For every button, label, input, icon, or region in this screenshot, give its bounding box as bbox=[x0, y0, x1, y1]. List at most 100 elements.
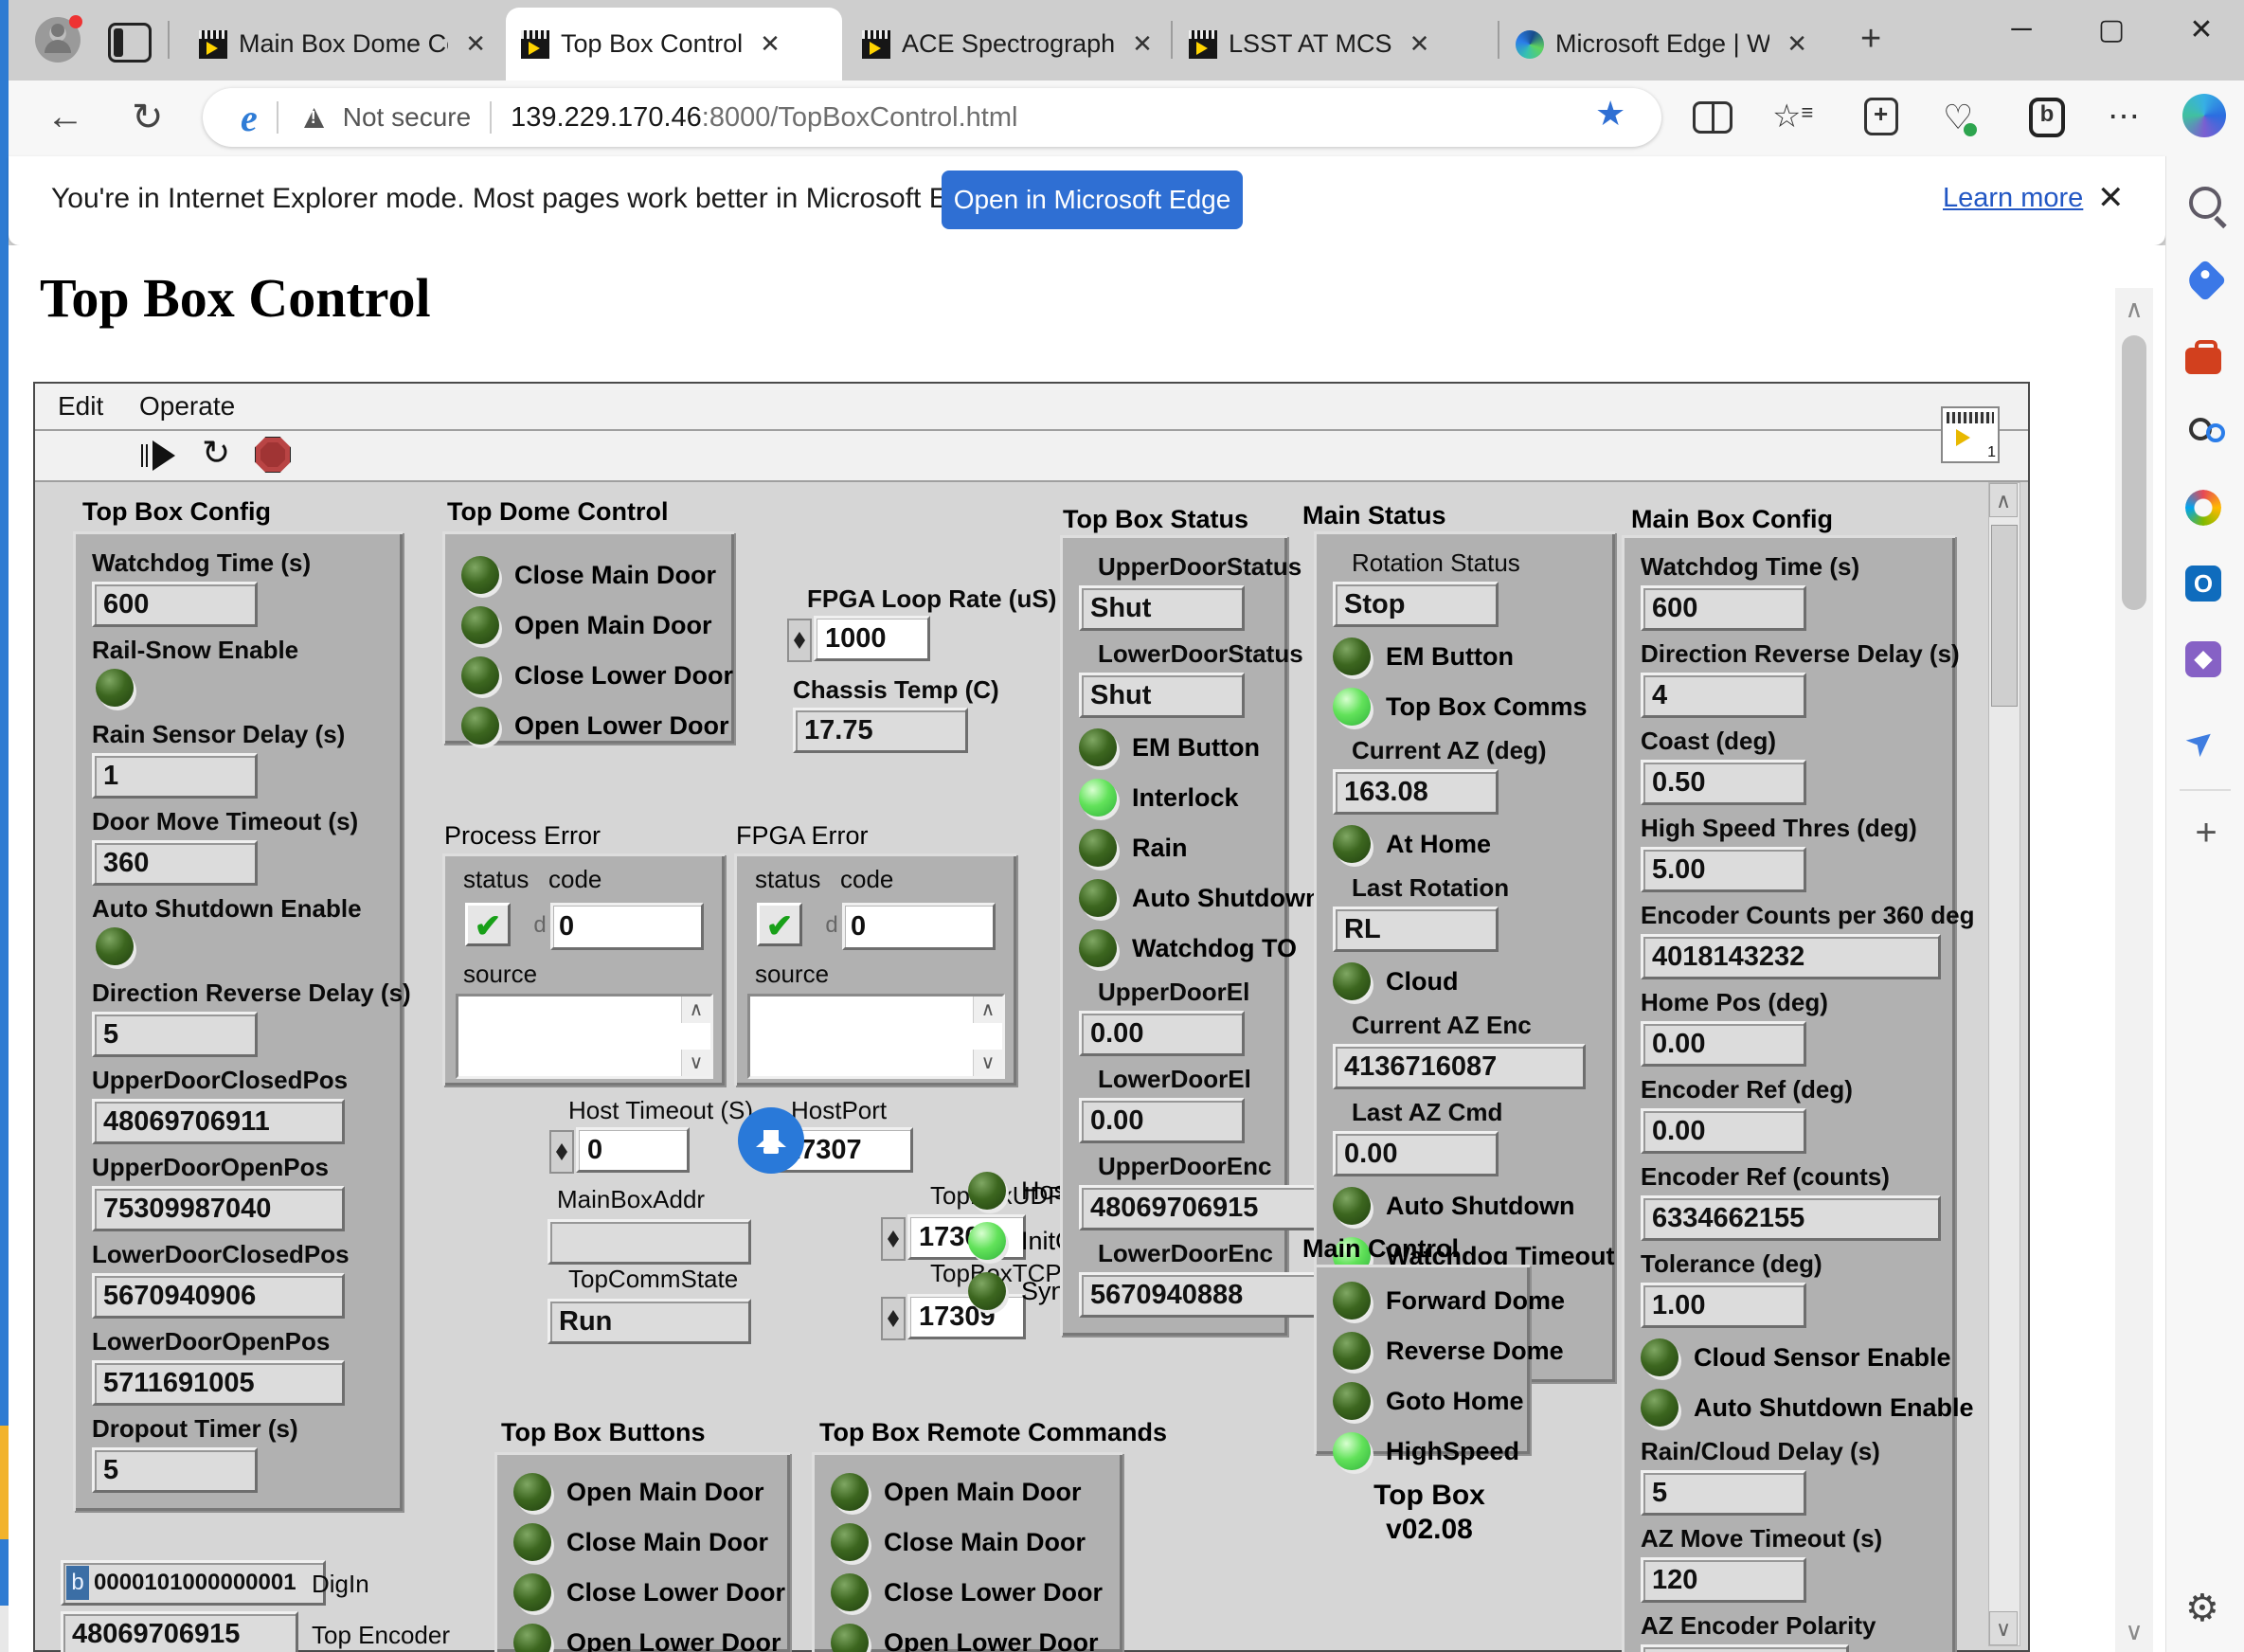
scroll-up-icon[interactable]: ∧ bbox=[1989, 483, 2018, 517]
udp-port-spinner[interactable] bbox=[881, 1217, 906, 1261]
led-off-icon[interactable] bbox=[831, 1573, 869, 1611]
lv-field[interactable]: 5 bbox=[92, 1012, 258, 1057]
lv-field[interactable]: 0.50 bbox=[1641, 760, 1806, 805]
close-window-button[interactable]: ✕ bbox=[2173, 13, 2230, 46]
tab-top-box-control[interactable]: Top Box Control ✕ bbox=[506, 8, 842, 81]
profile-avatar[interactable] bbox=[35, 15, 82, 63]
led-off-icon[interactable] bbox=[831, 1473, 869, 1511]
tab-close-icon[interactable]: ✕ bbox=[1786, 29, 1807, 59]
tab-close-icon[interactable]: ✕ bbox=[1409, 29, 1430, 59]
scrollbar-thumb[interactable] bbox=[1991, 525, 2018, 707]
lv-field[interactable]: 5 bbox=[92, 1447, 258, 1493]
settings-icon[interactable]: ⚙ bbox=[2185, 1587, 2227, 1629]
led-off-icon[interactable] bbox=[96, 927, 134, 965]
led-off-icon[interactable] bbox=[461, 606, 499, 644]
radix-prefix[interactable]: d bbox=[821, 905, 842, 946]
page-scrollbar[interactable]: ∧ ∨ bbox=[2115, 288, 2153, 1652]
people-icon[interactable] bbox=[2185, 414, 2227, 456]
led-off-icon[interactable] bbox=[513, 1473, 551, 1511]
more-options-icon[interactable]: ⋯ bbox=[2108, 98, 2147, 137]
source-textarea[interactable]: ∧ ∨ bbox=[747, 994, 1005, 1079]
scroll-up-icon[interactable]: ∧ bbox=[681, 997, 710, 1023]
scroll-to-top-overlay-icon[interactable] bbox=[738, 1107, 804, 1174]
scroll-down-icon[interactable]: ∨ bbox=[1989, 1611, 2018, 1645]
tab-search-icon[interactable] bbox=[108, 23, 152, 63]
learn-more-link[interactable]: Learn more bbox=[1943, 183, 2083, 214]
lv-field[interactable]: 5670940906 bbox=[92, 1273, 345, 1319]
back-button[interactable]: ← bbox=[46, 96, 84, 138]
tab-close-icon[interactable]: ✕ bbox=[1132, 29, 1153, 59]
lv-field[interactable]: 48069706911 bbox=[92, 1099, 345, 1144]
browser-essentials-icon[interactable]: ♡ bbox=[1943, 98, 1983, 137]
code-field[interactable]: 0 bbox=[550, 903, 704, 950]
banner-close-icon[interactable]: ✕ bbox=[2097, 179, 2125, 217]
tab-close-icon[interactable]: ✕ bbox=[760, 29, 781, 59]
favorite-star-filled-icon[interactable]: ★ bbox=[1595, 94, 1625, 134]
designer-icon[interactable]: ◆ bbox=[2185, 641, 2227, 683]
led-on-icon[interactable] bbox=[1333, 1432, 1371, 1470]
host-timeout-spinner[interactable] bbox=[549, 1130, 574, 1174]
status-check-icon[interactable]: ✔ bbox=[757, 903, 802, 946]
scroll-up-icon[interactable]: ∧ bbox=[2115, 288, 2153, 330]
led-off-icon[interactable] bbox=[1641, 1389, 1679, 1427]
lv-field[interactable]: 5 bbox=[1641, 1470, 1806, 1516]
mainboxaddr-field[interactable] bbox=[548, 1219, 751, 1265]
outlook-icon[interactable]: O bbox=[2185, 566, 2227, 607]
tab-close-icon[interactable]: ✕ bbox=[465, 29, 486, 59]
code-field[interactable]: 0 bbox=[842, 903, 996, 950]
led-off-icon[interactable] bbox=[1333, 1332, 1371, 1370]
url-path[interactable]: :8000/TopBoxControl.html bbox=[702, 102, 1018, 134]
lv-field[interactable]: 600 bbox=[92, 582, 258, 627]
lv-field[interactable]: 360 bbox=[92, 840, 258, 886]
tcp-port-spinner[interactable] bbox=[881, 1297, 906, 1340]
split-screen-icon[interactable] bbox=[1693, 98, 1732, 137]
led-off-icon[interactable] bbox=[1333, 1382, 1371, 1420]
not-secure-label[interactable]: Not secure bbox=[343, 102, 471, 133]
tab-microsoft-edge-wh[interactable]: Microsoft Edge | Wh ✕ bbox=[1500, 8, 1822, 81]
led-off-icon[interactable] bbox=[831, 1624, 869, 1652]
wallet-icon[interactable]: b bbox=[2029, 98, 2069, 137]
lv-field[interactable]: 1 bbox=[92, 753, 258, 799]
minimize-button[interactable]: ─ bbox=[1993, 13, 2050, 45]
led-off-icon[interactable] bbox=[513, 1523, 551, 1561]
open-in-edge-button[interactable]: Open in Microsoft Edge bbox=[942, 171, 1243, 229]
new-tab-button[interactable]: + bbox=[1860, 19, 1881, 60]
led-off-icon[interactable] bbox=[513, 1573, 551, 1611]
tab-ace-spectrograph[interactable]: ACE Spectrograph ✕ bbox=[847, 8, 1169, 81]
lv-field[interactable]: 5711691005 bbox=[92, 1360, 345, 1406]
lv-field[interactable]: 75309987040 bbox=[92, 1186, 345, 1231]
add-sidebar-item-icon[interactable]: + bbox=[2185, 812, 2227, 853]
host-timeout-field[interactable]: 0 bbox=[576, 1127, 690, 1173]
address-bar[interactable]: e ▲! Not secure 139.229.170.46 :8000/Top… bbox=[203, 88, 1661, 147]
lv-field[interactable]: Positive bbox=[1641, 1644, 1849, 1652]
led-off-icon[interactable] bbox=[1641, 1338, 1679, 1376]
led-off-icon[interactable] bbox=[513, 1624, 551, 1652]
menu-operate[interactable]: Operate bbox=[139, 391, 235, 422]
run-continuous-icon[interactable]: ↻ bbox=[202, 433, 230, 473]
scroll-down-icon[interactable]: ∨ bbox=[681, 1050, 710, 1076]
url-host[interactable]: 139.229.170.46 bbox=[511, 102, 702, 134]
led-off-icon[interactable] bbox=[96, 669, 134, 707]
microsoft-365-icon[interactable] bbox=[2185, 490, 2227, 531]
tab-main-box-dome-con[interactable]: Main Box Dome Con ✕ bbox=[184, 8, 501, 81]
menu-edit[interactable]: Edit bbox=[58, 391, 103, 422]
fpga-loop-rate-spinner[interactable] bbox=[787, 619, 812, 662]
led-off-icon[interactable] bbox=[831, 1523, 869, 1561]
source-textarea[interactable]: ∧ ∨ bbox=[456, 994, 713, 1079]
lv-field[interactable]: 0.00 bbox=[1641, 1021, 1806, 1067]
lv-field[interactable]: 1.00 bbox=[1641, 1283, 1806, 1328]
radix-prefix[interactable]: d bbox=[530, 905, 550, 946]
copilot-icon[interactable] bbox=[2182, 94, 2226, 137]
scrollbar-thumb[interactable] bbox=[2122, 335, 2146, 610]
lv-field[interactable]: 4 bbox=[1641, 673, 1806, 718]
collections-icon[interactable] bbox=[1860, 98, 1900, 137]
status-check-icon[interactable]: ✔ bbox=[465, 903, 511, 946]
tab-lsst-at-mcs[interactable]: LSST AT MCS ✕ bbox=[1174, 8, 1496, 81]
lv-field[interactable]: 5.00 bbox=[1641, 847, 1806, 892]
panel-scrollbar[interactable]: ∧ ∨ bbox=[1988, 482, 2020, 1646]
led-off-icon[interactable] bbox=[461, 556, 499, 594]
led-off-icon[interactable] bbox=[461, 656, 499, 694]
maximize-button[interactable]: ▢ bbox=[2083, 13, 2140, 46]
lv-field[interactable]: 4018143232 bbox=[1641, 934, 1941, 979]
search-icon[interactable] bbox=[2185, 183, 2227, 224]
